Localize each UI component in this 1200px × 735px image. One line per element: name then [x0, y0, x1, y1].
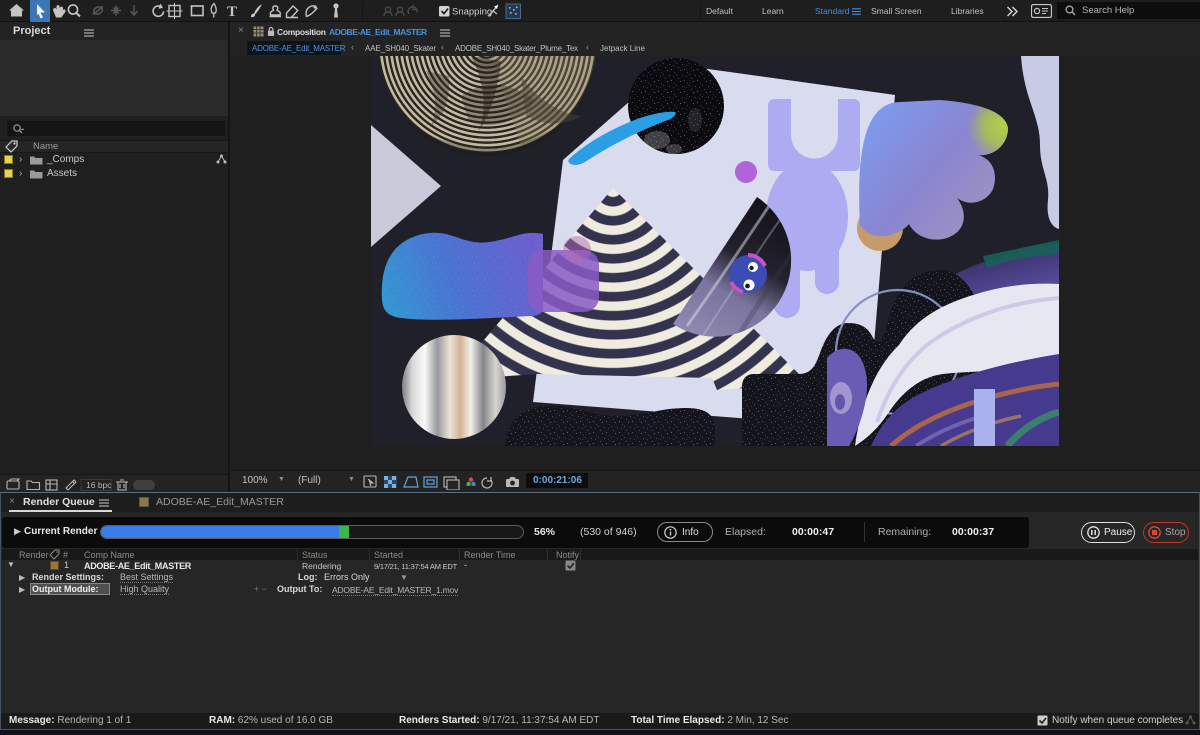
svg-text:T: T [227, 4, 237, 20]
svg-text:Snapping: Snapping [452, 7, 492, 18]
svg-text:16 bpc: 16 bpc [86, 480, 112, 490]
